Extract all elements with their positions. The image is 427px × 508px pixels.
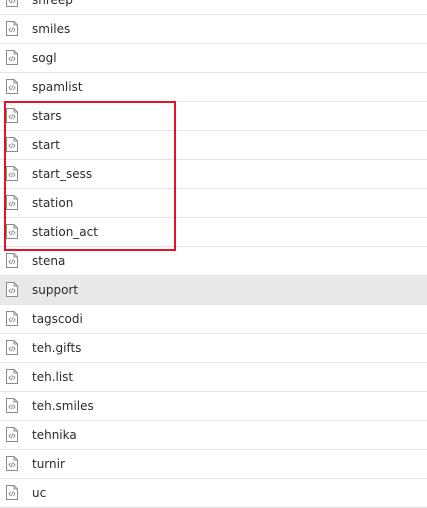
file-name: station: [32, 196, 74, 210]
file-row[interactable]: stars: [0, 102, 427, 131]
file-name: tagscodi: [32, 312, 83, 326]
code-file-icon: [6, 253, 18, 268]
file-name: shreep: [32, 0, 73, 7]
file-name: sogl: [32, 51, 57, 65]
code-file-icon: [6, 224, 18, 239]
code-file-icon: [6, 369, 18, 384]
file-row[interactable]: teh.gifts: [0, 334, 427, 363]
file-name: uc: [32, 486, 47, 500]
file-name: turnir: [32, 457, 65, 471]
code-file-icon: [6, 21, 18, 36]
file-name: tehnika: [32, 428, 77, 442]
file-list: shreep smiles sogl spamlist stars start …: [0, 0, 427, 508]
file-row[interactable]: spamlist: [0, 73, 427, 102]
code-file-icon: [6, 485, 18, 500]
file-row[interactable]: teh.smiles: [0, 392, 427, 421]
file-name: teh.smiles: [32, 399, 94, 413]
code-file-icon: [6, 427, 18, 442]
file-name: stars: [32, 109, 62, 123]
code-file-icon: [6, 137, 18, 152]
file-name: smiles: [32, 22, 71, 36]
file-name: spamlist: [32, 80, 83, 94]
code-file-icon: [6, 108, 18, 123]
file-row[interactable]: smiles: [0, 15, 427, 44]
file-row[interactable]: station_act: [0, 218, 427, 247]
file-row-hovered[interactable]: support: [0, 276, 427, 305]
file-name: support: [32, 283, 79, 297]
file-row[interactable]: start_sess: [0, 160, 427, 189]
code-file-icon: [6, 340, 18, 355]
code-file-icon: [6, 0, 18, 7]
file-name: teh.list: [32, 370, 74, 384]
file-row[interactable]: tehnika: [0, 421, 427, 450]
file-row[interactable]: teh.list: [0, 363, 427, 392]
file-name: station_act: [32, 225, 98, 239]
code-file-icon: [6, 50, 18, 65]
file-row[interactable]: station: [0, 189, 427, 218]
file-row[interactable]: turnir: [0, 450, 427, 479]
file-name: start_sess: [32, 167, 93, 181]
file-row[interactable]: tagscodi: [0, 305, 427, 334]
code-file-icon: [6, 456, 18, 471]
code-file-icon: [6, 398, 18, 413]
code-file-icon: [6, 166, 18, 181]
file-name: teh.gifts: [32, 341, 82, 355]
code-file-icon: [6, 195, 18, 210]
file-row[interactable]: sogl: [0, 44, 427, 73]
file-name: stena: [32, 254, 66, 268]
file-row[interactable]: start: [0, 131, 427, 160]
code-file-icon: [6, 282, 18, 297]
file-row[interactable]: shreep: [0, 0, 427, 15]
file-row[interactable]: uc: [0, 479, 427, 508]
file-row[interactable]: stena: [0, 247, 427, 276]
code-file-icon: [6, 311, 18, 326]
file-name: start: [32, 138, 60, 152]
code-file-icon: [6, 79, 18, 94]
